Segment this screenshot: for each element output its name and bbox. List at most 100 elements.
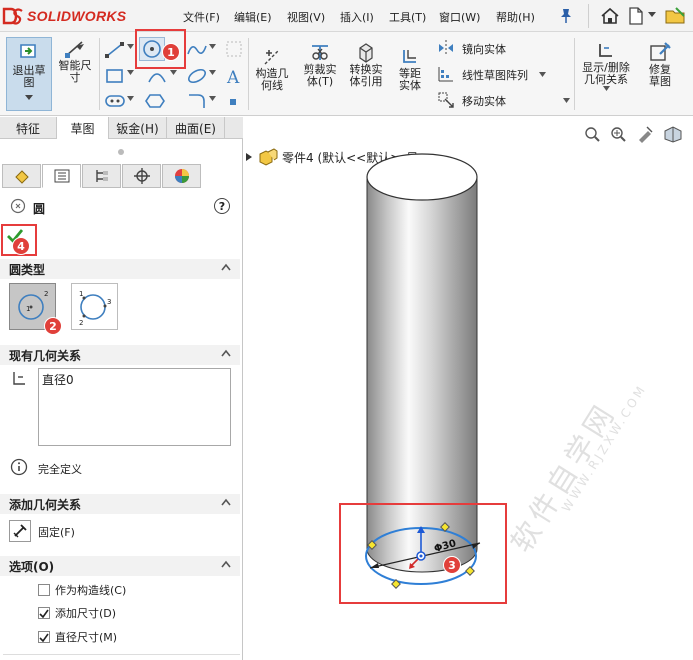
chevron-down-icon[interactable] [127, 96, 134, 101]
property-list-icon [54, 169, 69, 183]
rectangle-tool-icon[interactable] [104, 66, 126, 86]
chevron-up-icon[interactable] [221, 560, 231, 568]
command-tabs: 特征 草图 钣金(H) 曲面(E) [0, 117, 243, 139]
line-tool-icon[interactable] [104, 40, 126, 60]
chevron-down-icon[interactable] [127, 44, 134, 49]
ribbon-divider [248, 38, 249, 110]
menu-edit[interactable]: 编辑(E) [234, 9, 272, 25]
tab-dimxpert-manager[interactable] [122, 164, 161, 188]
fillet-tool-icon[interactable] [186, 92, 208, 110]
polygon-tool-icon[interactable] [144, 92, 166, 110]
svg-text:A: A [226, 68, 240, 86]
arc-tool-icon[interactable] [146, 66, 168, 86]
existing-relations-list[interactable]: 直径0 [38, 368, 231, 446]
offset-entities-button[interactable]: 等距实体 [390, 46, 430, 92]
linear-pattern-icon[interactable] [437, 65, 455, 83]
new-document-icon[interactable] [627, 6, 645, 26]
menu-help[interactable]: 帮助(H) [496, 9, 535, 25]
tab-sketch[interactable]: 草图 [57, 117, 109, 139]
tab-display-manager[interactable] [162, 164, 201, 188]
tab-features[interactable]: 特征 [0, 117, 57, 139]
section-header-add-relations[interactable]: 添加几何关系 [0, 494, 240, 514]
section-header-circle-type[interactable]: 圆类型 [0, 259, 240, 279]
menu-insert[interactable]: 插入(I) [340, 9, 374, 25]
spline-tool-icon[interactable] [186, 40, 208, 60]
mirror-entities-icon[interactable] [437, 39, 455, 57]
relation-item[interactable]: 直径0 [42, 371, 227, 388]
exit-sketch-button[interactable]: 退出草图 [6, 37, 52, 111]
slot-tool-icon[interactable] [104, 92, 126, 110]
linear-pattern-label[interactable]: 线性草图阵列 [462, 67, 528, 83]
crosshair-icon [133, 168, 150, 184]
menu-window[interactable]: 窗口(W) [439, 9, 480, 25]
tab-surfaces[interactable]: 曲面(E) [167, 117, 225, 139]
step-badge-4: 4 [12, 237, 30, 255]
smart-dimension-label: 智能尺寸 [58, 59, 92, 84]
option-add-dimensions[interactable]: 添加尺寸(D) [38, 605, 116, 621]
chevron-up-icon[interactable] [221, 349, 231, 357]
exit-sketch-label: 退出草图 [12, 64, 46, 89]
tab-feature-manager[interactable] [2, 164, 41, 188]
chevron-down-icon[interactable] [539, 72, 546, 77]
perimeter-circle-option[interactable]: 1 3 2 [71, 283, 118, 330]
home-icon[interactable] [599, 6, 621, 26]
checkmark-icon [39, 609, 49, 618]
fix-relation-label[interactable]: 固定(F) [38, 524, 75, 540]
chevron-up-icon[interactable] [221, 498, 231, 506]
convert-entities-button[interactable]: 转换实体引用 [345, 40, 387, 88]
trim-entities-button[interactable]: 剪裁实体(T) [297, 40, 343, 88]
menu-tools[interactable]: 工具(T) [389, 9, 426, 25]
display-delete-relations-button[interactable]: 显示/删除几何关系 [578, 40, 634, 91]
smart-dimension-icon [65, 41, 84, 58]
section-header-existing-relations[interactable]: 现有几何关系 [0, 345, 240, 365]
chevron-up-icon[interactable] [221, 263, 231, 271]
panel-tab-row [2, 164, 202, 188]
display-relations-icon [599, 44, 612, 57]
chevron-down-icon[interactable] [563, 98, 570, 103]
add-dimensions-checkbox[interactable] [38, 607, 50, 619]
menu-view[interactable]: 视图(V) [287, 9, 325, 25]
chevron-down-icon[interactable] [602, 86, 610, 91]
move-entities-label[interactable]: 移动实体 [462, 93, 506, 109]
mirror-entities-label[interactable]: 镜向实体 [462, 41, 506, 57]
chevron-down-icon[interactable] [127, 70, 134, 75]
panel-grip-icon[interactable] [117, 148, 125, 156]
tab-sheet-metal[interactable]: 钣金(H) [109, 117, 167, 139]
text-tool-icon[interactable]: A [224, 66, 244, 86]
add-relations-header: 添加几何关系 [9, 497, 82, 512]
construction-geometry-button[interactable]: 构造几何线 [252, 46, 292, 92]
svg-text:1: 1 [26, 305, 30, 313]
chevron-down-icon[interactable] [209, 44, 216, 49]
chevron-down-icon[interactable] [170, 70, 177, 75]
highlight-box-3 [339, 503, 507, 604]
chevron-down-icon[interactable] [25, 95, 33, 100]
option-diameter-dimension[interactable]: 直径尺寸(M) [38, 629, 117, 645]
tab-property-manager[interactable] [42, 164, 81, 188]
smart-dimension-button[interactable]: 智能尺寸 [55, 38, 95, 84]
move-entities-icon[interactable] [437, 91, 455, 109]
chevron-down-icon[interactable] [648, 12, 656, 18]
point-tool-icon[interactable] [229, 98, 237, 106]
option-construction-line[interactable]: 作为构造线(C) [38, 582, 126, 598]
step-badge-1: 1 [162, 43, 180, 61]
menu-file[interactable]: 文件(F) [183, 9, 220, 25]
tab-configuration-manager[interactable] [82, 164, 121, 188]
convert-entities-icon [359, 43, 373, 63]
toolbar-divider [588, 4, 589, 28]
repair-sketch-button[interactable]: 修复草图 [639, 40, 681, 88]
diameter-dimension-checkbox[interactable] [38, 631, 50, 643]
info-icon [10, 458, 28, 476]
chevron-down-icon[interactable] [209, 96, 216, 101]
svg-text:1: 1 [79, 290, 83, 298]
section-header-options[interactable]: 选项(O) [0, 556, 240, 576]
pin-icon[interactable] [559, 8, 573, 24]
fix-relation-button[interactable] [9, 520, 31, 542]
open-folder-icon[interactable] [664, 6, 688, 26]
options-header: 选项(O) [9, 559, 55, 574]
construction-line-label: 作为构造线(C) [55, 584, 127, 597]
construction-line-checkbox[interactable] [38, 584, 50, 596]
ellipse-tool-icon[interactable] [186, 66, 208, 86]
help-button[interactable]: ? [214, 198, 230, 214]
grid-snap-icon[interactable] [225, 40, 243, 58]
chevron-down-icon[interactable] [209, 70, 216, 75]
